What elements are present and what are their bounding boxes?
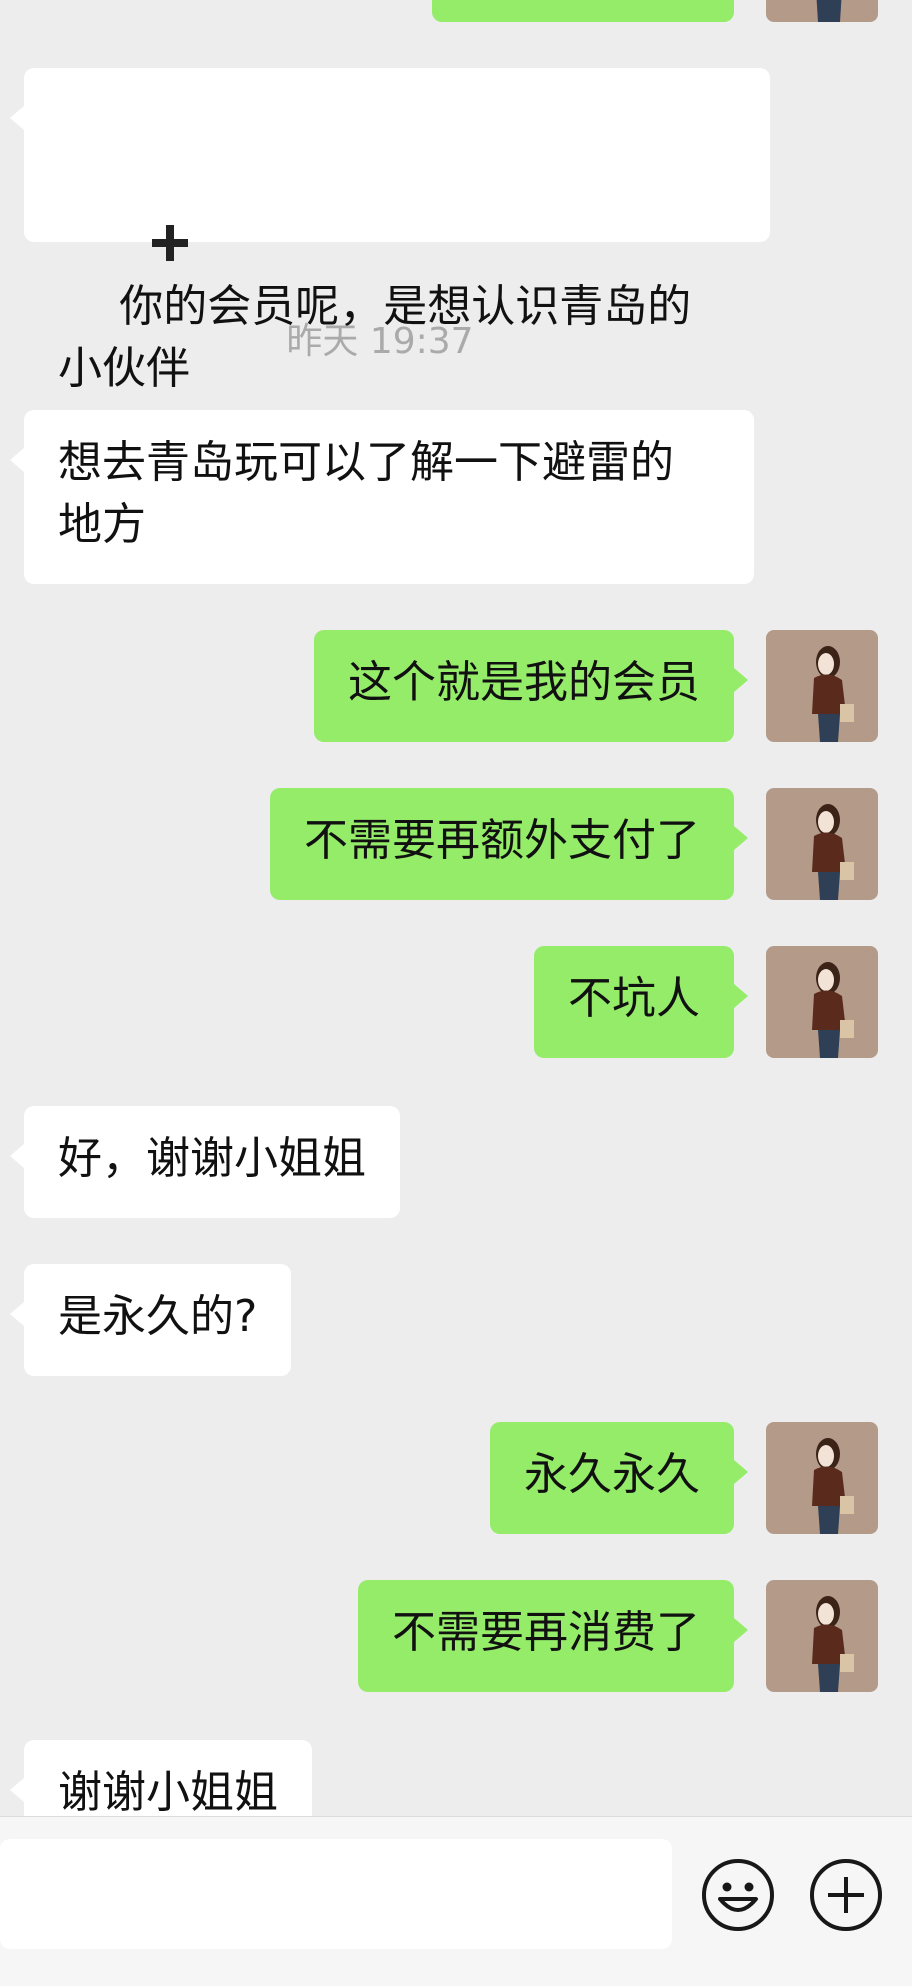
chat-area[interactable]: 你的会员呢，是想认识青岛的 小伙伴 昨天 19:37 想去青岛玩可以了解一下避雷… (0, 0, 912, 1816)
message-bubble-incoming[interactable]: 想去青岛玩可以了解一下避雷的 地方 (10, 410, 754, 584)
smiley-icon[interactable] (700, 1857, 776, 1933)
message-bubble-outgoing[interactable]: 这个就是我的会员 (314, 630, 748, 742)
avatar-partial[interactable] (766, 0, 878, 22)
plus-circle-icon[interactable] (808, 1857, 884, 1933)
message-bubble-outgoing[interactable]: 不需要再额外支付了 (270, 788, 748, 900)
avatar[interactable] (766, 1580, 878, 1692)
input-bar (0, 1816, 912, 1986)
message-bubble-outgoing[interactable]: 不需要再消费了 (358, 1580, 748, 1692)
timestamp: 昨天 19:37 (286, 321, 474, 362)
message-bubble-incoming[interactable]: 你的会员呢，是想认识青岛的 小伙伴 (10, 68, 770, 516)
message-bubble-incoming[interactable]: 是永久的? (9, 1264, 292, 1376)
avatar[interactable] (766, 630, 878, 742)
avatar[interactable] (766, 1422, 878, 1534)
avatar[interactable] (766, 946, 878, 1058)
message-bubble-incoming[interactable]: 好，谢谢小姐姐 (10, 1106, 400, 1218)
message-bubble-outgoing[interactable]: 永久永久 (490, 1422, 748, 1534)
avatar[interactable] (766, 788, 878, 900)
message-input[interactable] (0, 1839, 672, 1949)
message-bubble-partial (432, 0, 734, 22)
message-bubble-incoming[interactable]: 谢谢小姐姐 (10, 1740, 312, 1816)
message-bubble-outgoing[interactable]: 不坑人 (534, 946, 748, 1058)
